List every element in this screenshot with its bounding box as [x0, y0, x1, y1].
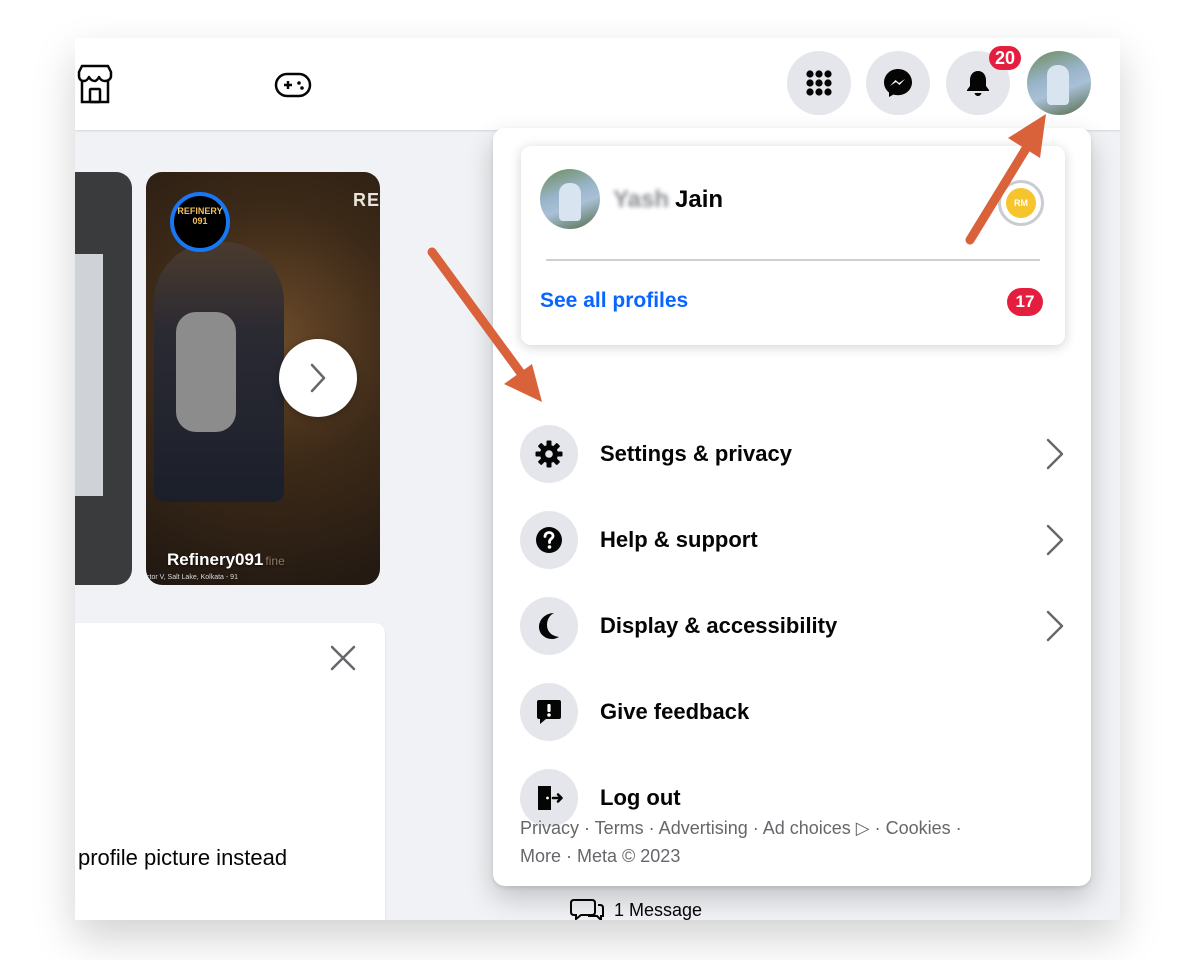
account-menu: Yash Jain RM See all profiles 17 Setting… — [493, 128, 1091, 886]
menu-item-label: Settings & privacy — [600, 441, 792, 466]
see-all-profiles-link[interactable]: See all profiles — [540, 289, 688, 313]
chat-icon — [570, 899, 604, 920]
story-image — [75, 254, 103, 496]
close-icon — [330, 645, 356, 671]
menu-item-label: Display & accessibility — [600, 613, 838, 638]
profiles-count-badge: 17 — [1007, 288, 1043, 316]
story-footnote: ctor V, Salt Lake, Kolkata - 91 — [146, 574, 238, 581]
menu-grid-button[interactable] — [787, 51, 851, 115]
notification-badge: 20 — [989, 46, 1022, 70]
top-navigation-bar: 20 — [75, 38, 1120, 130]
footer-links-line-1[interactable]: Privacy · Terms · Advertising · Ad choic… — [520, 814, 1060, 842]
moon-icon — [539, 613, 559, 639]
chevron-right-icon — [1046, 438, 1064, 470]
divider — [546, 259, 1040, 261]
logout-icon — [538, 786, 563, 810]
message-indicator[interactable]: 1 Message — [570, 896, 702, 920]
menu-item-settings-privacy[interactable]: Settings & privacy — [520, 419, 1065, 491]
gear-icon — [535, 440, 563, 468]
story-image-detail — [176, 312, 236, 432]
footer-links: Privacy · Terms · Advertising · Ad choic… — [520, 814, 1060, 870]
moon-icon-container — [520, 597, 578, 655]
stories-next-button[interactable] — [279, 339, 357, 417]
feedback-icon-container — [520, 683, 578, 741]
marketplace-icon[interactable] — [75, 62, 117, 106]
footer-links-line-2[interactable]: More · Meta © 2023 — [520, 842, 1060, 870]
menu-item-help-support[interactable]: Help & support — [520, 505, 1065, 577]
message-count-label: 1 Message — [614, 899, 703, 920]
profile-first-name: Yash — [613, 186, 670, 213]
menu-grid-icon — [806, 70, 832, 96]
switch-profile-avatar: RM — [1006, 188, 1036, 218]
menu-item-give-feedback[interactable]: Give feedback — [520, 677, 1065, 749]
gear-icon-container — [520, 425, 578, 483]
story-avatar-text: REFINERY 091 — [177, 206, 223, 226]
story-author-name: Refinery091 fine — [167, 550, 285, 569]
question-icon-container — [520, 511, 578, 569]
profile-last-name: Jain — [675, 186, 724, 213]
gaming-icon[interactable] — [271, 62, 315, 106]
profile-avatar-figure — [559, 183, 581, 221]
chevron-right-icon — [310, 363, 326, 393]
app-window: 20 RE REFINERY 091 Refinery091 fine ctor … — [75, 38, 1120, 920]
story-card-partial[interactable] — [75, 172, 132, 585]
messenger-button[interactable] — [866, 51, 930, 115]
menu-item-label: Help & support — [600, 527, 758, 552]
question-icon — [536, 527, 562, 553]
menu-item-label: Log out — [600, 785, 681, 810]
account-avatar-button[interactable] — [1027, 51, 1091, 115]
story-corner-text: RE — [352, 190, 380, 210]
story-faded-text: fine — [265, 554, 285, 568]
profile-name[interactable]: Yash Jain — [613, 186, 723, 214]
profile-avatar[interactable] — [540, 169, 600, 229]
suggestion-card: profile picture instead — [75, 623, 385, 920]
card-text: profile picture instead — [78, 845, 288, 870]
avatar-figure — [1047, 65, 1069, 105]
chevron-right-icon — [1046, 610, 1064, 642]
bell-icon — [967, 71, 989, 96]
feedback-icon — [537, 700, 561, 724]
chevron-right-icon — [1046, 524, 1064, 556]
profile-card: Yash Jain RM See all profiles 17 — [521, 146, 1065, 345]
menu-item-display-accessibility[interactable]: Display & accessibility — [520, 591, 1065, 663]
menu-item-label: Give feedback — [600, 699, 750, 724]
switch-profile-button[interactable]: RM — [998, 180, 1044, 226]
messenger-icon — [884, 69, 912, 97]
close-button[interactable] — [328, 643, 358, 673]
